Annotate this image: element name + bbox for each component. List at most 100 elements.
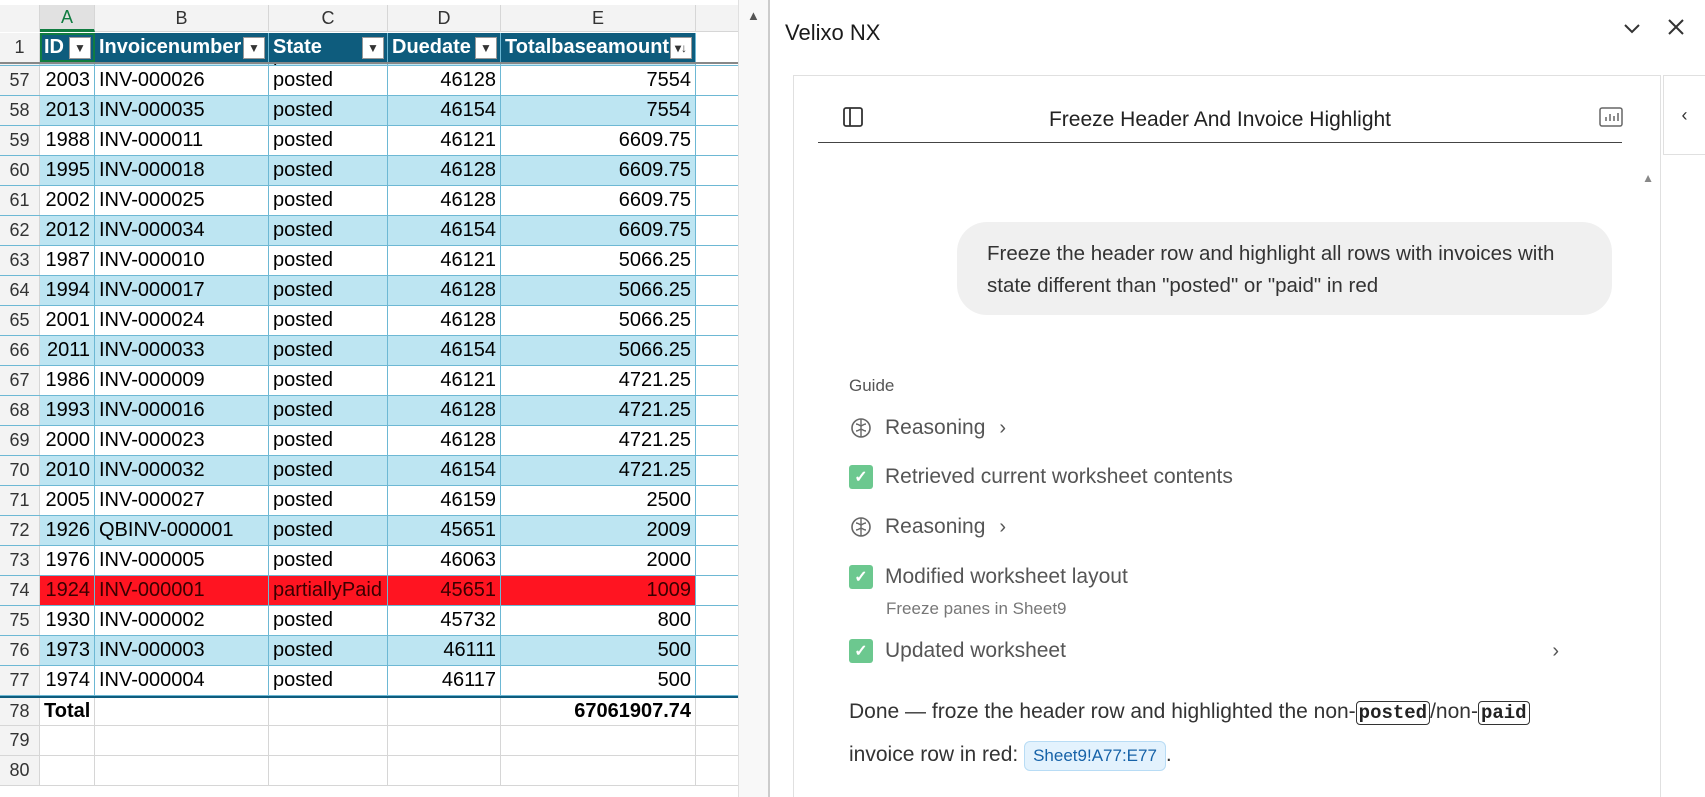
cell-id[interactable]: 2011	[40, 336, 95, 365]
cell-duedate[interactable]: 46117	[388, 666, 501, 695]
cell-invoicenumber[interactable]: INV-000005	[95, 546, 269, 575]
cell-invoicenumber[interactable]: INV-000033	[95, 336, 269, 365]
empty-cell[interactable]	[95, 726, 269, 755]
empty-cell[interactable]	[696, 366, 738, 395]
row-number[interactable]: 66	[0, 336, 40, 365]
cell-totalbaseamount[interactable]: 500	[501, 636, 696, 665]
empty-cell[interactable]	[696, 186, 738, 215]
column-header-a[interactable]: A	[40, 5, 95, 32]
row-number[interactable]: 72	[0, 516, 40, 545]
cell-duedate[interactable]: 46128	[388, 396, 501, 425]
cell-totalbaseamount[interactable]: 4721.25	[501, 366, 696, 395]
reasoning-step-1[interactable]: Reasoning ›	[849, 416, 1006, 440]
cell-id[interactable]: 2003	[40, 66, 95, 95]
row-number[interactable]: 69	[0, 426, 40, 455]
cell-duedate[interactable]: 45732	[388, 606, 501, 635]
cell-id[interactable]: 1987	[40, 246, 95, 275]
cell-invoicenumber[interactable]: INV-000009	[95, 366, 269, 395]
row-number[interactable]: 75	[0, 606, 40, 635]
empty-cell[interactable]	[269, 698, 388, 725]
cell-invoicenumber[interactable]: INV-000002	[95, 606, 269, 635]
cell-state[interactable]: posted	[269, 306, 388, 335]
cell-id[interactable]: 1924	[40, 576, 95, 605]
cell-state[interactable]: posted	[269, 516, 388, 545]
cell-id[interactable]: 1988	[40, 126, 95, 155]
empty-cell[interactable]	[696, 698, 738, 725]
cell-invoicenumber[interactable]: INV-000018	[95, 156, 269, 185]
cell-totalbaseamount[interactable]: 5066.25	[501, 276, 696, 305]
empty-cell[interactable]	[696, 576, 738, 605]
cell-id[interactable]: 2013	[40, 96, 95, 125]
row-number[interactable]: 68	[0, 396, 40, 425]
cell-totalbaseamount[interactable]: 4721.25	[501, 426, 696, 455]
empty-cell[interactable]	[40, 726, 95, 755]
empty-cell[interactable]	[696, 156, 738, 185]
cell-id[interactable]: 1993	[40, 396, 95, 425]
cell-totalbaseamount[interactable]: 6609.75	[501, 216, 696, 245]
empty-cell[interactable]	[696, 666, 738, 695]
cell-totalbaseamount[interactable]: 800	[501, 606, 696, 635]
row-number[interactable]: 65	[0, 306, 40, 335]
empty-cell[interactable]	[269, 756, 388, 785]
cell-invoicenumber[interactable]: INV-000016	[95, 396, 269, 425]
cell-state[interactable]: posted	[269, 396, 388, 425]
cell-invoicenumber[interactable]: INV-000003	[95, 636, 269, 665]
cell-totalbaseamount[interactable]: 6609.75	[501, 186, 696, 215]
empty-cell[interactable]	[696, 396, 738, 425]
cell-duedate[interactable]: 46063	[388, 546, 501, 575]
empty-cell[interactable]	[388, 756, 501, 785]
row-number[interactable]: 1	[0, 33, 40, 62]
empty-cell[interactable]	[696, 756, 738, 785]
close-icon[interactable]	[1665, 16, 1687, 45]
cell-invoicenumber[interactable]: INV-000017	[95, 276, 269, 305]
cell-state[interactable]: posted	[269, 336, 388, 365]
cell-duedate[interactable]: 46128	[388, 306, 501, 335]
cell-duedate[interactable]: 46154	[388, 216, 501, 245]
empty-cell[interactable]	[388, 726, 501, 755]
empty-cell[interactable]	[696, 516, 738, 545]
cell-id[interactable]: 2000	[40, 426, 95, 455]
column-header-d[interactable]: D	[388, 5, 501, 32]
cell-id[interactable]: 1973	[40, 636, 95, 665]
total-amount[interactable]: 67061907.74	[501, 698, 696, 725]
cell-duedate[interactable]: 46111	[388, 636, 501, 665]
empty-cell[interactable]	[696, 33, 738, 62]
cell-id[interactable]: 1994	[40, 276, 95, 305]
cell-totalbaseamount[interactable]: 5066.25	[501, 246, 696, 275]
column-header-b[interactable]: B	[95, 5, 269, 32]
empty-cell[interactable]	[696, 96, 738, 125]
empty-cell[interactable]	[696, 606, 738, 635]
row-number[interactable]: 78	[0, 698, 40, 725]
empty-cell[interactable]	[696, 276, 738, 305]
cell-invoicenumber[interactable]: INV-000004	[95, 666, 269, 695]
column-header-c[interactable]: C	[269, 5, 388, 32]
row-number[interactable]: 58	[0, 96, 40, 125]
cell-totalbaseamount[interactable]: 7554	[501, 66, 696, 95]
empty-cell[interactable]	[40, 756, 95, 785]
filter-dropdown-icon[interactable]: ▼	[243, 36, 265, 59]
header-cell-totalbaseamount[interactable]: Totalbaseamount ▾↓	[501, 33, 696, 62]
cell-id[interactable]: 2001	[40, 306, 95, 335]
cell-state[interactable]: posted	[269, 96, 388, 125]
cell-duedate[interactable]: 46128	[388, 186, 501, 215]
cell-duedate[interactable]: 46154	[388, 336, 501, 365]
cell-invoicenumber[interactable]: INV-000001	[95, 576, 269, 605]
row-number[interactable]: 62	[0, 216, 40, 245]
updated-step[interactable]: ✓ Updated worksheet ›	[849, 639, 1609, 663]
collapse-tab[interactable]: ‹	[1663, 75, 1705, 155]
cell-invoicenumber[interactable]: INV-000025	[95, 186, 269, 215]
empty-cell[interactable]	[269, 726, 388, 755]
cell-id[interactable]: 2002	[40, 186, 95, 215]
cell-id[interactable]: 1986	[40, 366, 95, 395]
cell-duedate[interactable]: 45651	[388, 516, 501, 545]
cell-state[interactable]: posted	[269, 66, 388, 95]
cell-duedate[interactable]: 46128	[388, 66, 501, 95]
row-number[interactable]: 74	[0, 576, 40, 605]
cell-invoicenumber[interactable]: INV-000034	[95, 216, 269, 245]
cell-id[interactable]: 1976	[40, 546, 95, 575]
empty-cell[interactable]	[95, 756, 269, 785]
cell-totalbaseamount[interactable]: 2000	[501, 546, 696, 575]
cell-totalbaseamount[interactable]: 4721.25	[501, 456, 696, 485]
cell-totalbaseamount[interactable]: 2500	[501, 486, 696, 515]
filter-dropdown-icon[interactable]: ▼	[362, 36, 384, 59]
